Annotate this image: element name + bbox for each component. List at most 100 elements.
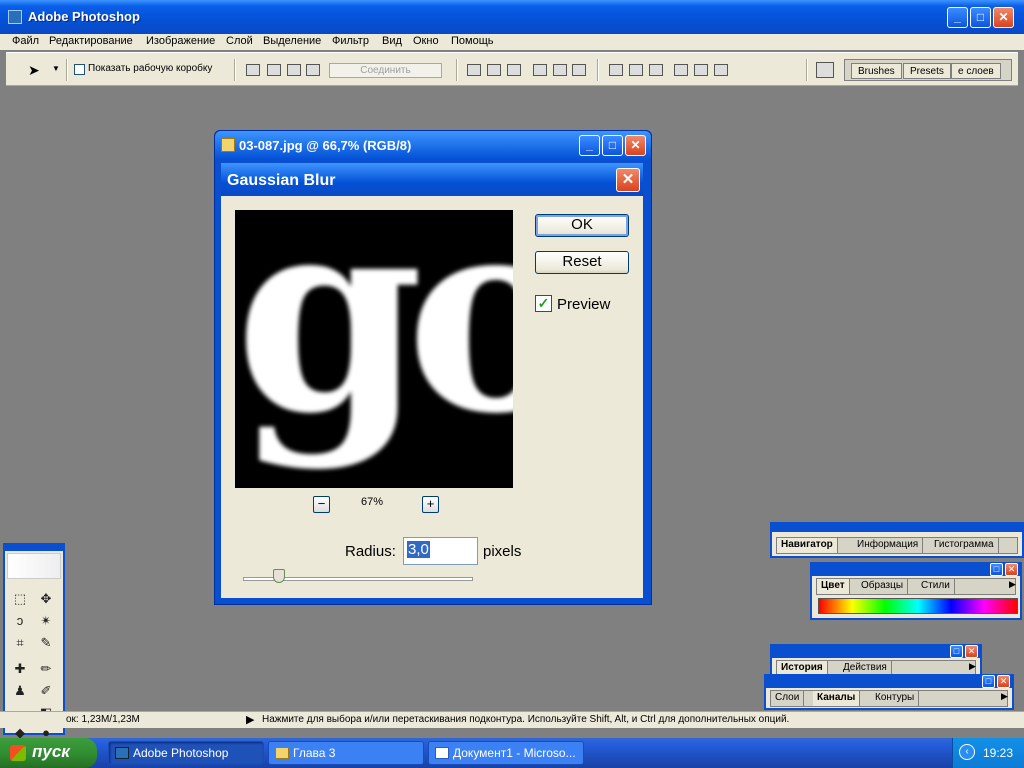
tab-channels[interactable]: Каналы: [813, 691, 861, 706]
status-bar: ок: 1,23M/1,23M ▶ Нажмите для выбора и/и…: [0, 711, 1024, 728]
menu-bar: Файл Редактирование Изображение Слой Выд…: [0, 34, 1024, 50]
tab-navigator[interactable]: Навигатор: [777, 538, 838, 553]
palette-menu-arrow-icon[interactable]: ▶: [1009, 579, 1016, 590]
palette-well: Brushes Presets е слоев: [844, 59, 1012, 81]
align-hcenter-icon[interactable]: [553, 64, 567, 76]
color-palette-minimize-button[interactable]: □: [990, 563, 1003, 576]
path-add-icon[interactable]: [246, 64, 260, 76]
menu-file[interactable]: Файл: [12, 35, 39, 47]
move-tool-icon[interactable]: ✥: [37, 591, 55, 607]
file-browser-icon[interactable]: [816, 62, 834, 78]
align-vcenter-icon[interactable]: [487, 64, 501, 76]
gaussian-blur-dialog: Gaussian Blur ✕ go OK Reset ✓ Preview − …: [218, 160, 646, 601]
layers-palette-minimize-button[interactable]: □: [982, 675, 995, 688]
zoom-in-button[interactable]: +: [422, 496, 439, 513]
distribute-hcenter-icon[interactable]: [694, 64, 708, 76]
tab-layers[interactable]: Слои: [771, 691, 805, 706]
align-bottom-icon[interactable]: [507, 64, 521, 76]
menu-layer[interactable]: Слой: [226, 35, 253, 47]
magic-wand-tool-icon[interactable]: ✴: [37, 613, 55, 629]
menu-image[interactable]: Изображение: [146, 35, 215, 47]
palette-menu-arrow-icon[interactable]: ▶: [969, 661, 976, 672]
lasso-tool-icon[interactable]: ↄ: [11, 613, 29, 629]
color-spectrum[interactable]: [818, 598, 1018, 614]
tab-styles[interactable]: Стили: [917, 579, 955, 594]
start-button[interactable]: пуск: [0, 738, 97, 768]
menu-edit[interactable]: Редактирование: [49, 35, 133, 47]
distribute-top-icon[interactable]: [609, 64, 623, 76]
ok-button[interactable]: OK: [535, 214, 629, 237]
doc-minimize-button[interactable]: _: [579, 135, 600, 156]
combine-button[interactable]: Соединить: [329, 63, 442, 78]
slice-tool-icon[interactable]: ✎: [37, 635, 55, 651]
layers-palette-close-button[interactable]: ✕: [997, 675, 1010, 688]
tab-color[interactable]: Цвет: [817, 579, 850, 594]
system-tray: ‹ 19:23: [952, 738, 1024, 768]
path-exclude-icon[interactable]: [306, 64, 320, 76]
navigator-tabs: Навигатор Информация Гистограмма: [776, 537, 1018, 554]
brush-tool-icon[interactable]: ✏: [37, 661, 55, 677]
document-title: 03-087.jpg @ 66,7% (RGB/8): [239, 138, 412, 153]
toolbox: ⬚ ✥ ↄ ✴ ⌗ ✎ ✚ ✏ ♟ ✐ ▱ ◧ ◆ ●: [3, 543, 65, 740]
doc-maximize-button[interactable]: □: [602, 135, 623, 156]
chevron-down-icon[interactable]: ▼: [52, 64, 60, 73]
align-right-icon[interactable]: [572, 64, 586, 76]
history-palette-minimize-button[interactable]: □: [950, 645, 963, 658]
path-subtract-icon[interactable]: [267, 64, 281, 76]
taskbar: пуск Adobe Photoshop Глава 3 Документ1 -…: [0, 738, 1024, 768]
divider: [597, 59, 599, 81]
tab-brushes[interactable]: Brushes: [851, 63, 902, 79]
status-arrow-icon[interactable]: ▶: [246, 713, 254, 726]
menu-view[interactable]: Вид: [382, 35, 402, 47]
task-photoshop[interactable]: Adobe Photoshop: [108, 741, 264, 765]
menu-select[interactable]: Выделение: [263, 35, 321, 47]
preview-checkbox[interactable]: ✓: [535, 295, 552, 312]
radius-input[interactable]: 3,0: [403, 537, 478, 565]
tab-presets[interactable]: Presets: [903, 63, 951, 79]
history-palette-close-button[interactable]: ✕: [965, 645, 978, 658]
doc-close-button[interactable]: ✕: [625, 135, 646, 156]
task-word[interactable]: Документ1 - Microso...: [428, 741, 584, 765]
distribute-bottom-icon[interactable]: [649, 64, 663, 76]
menu-window[interactable]: Окно: [413, 35, 439, 47]
tab-swatches[interactable]: Образцы: [857, 579, 909, 594]
move-arrow-icon[interactable]: ➤: [28, 62, 40, 79]
align-top-icon[interactable]: [467, 64, 481, 76]
reset-button[interactable]: Reset: [535, 251, 629, 274]
healing-brush-icon[interactable]: ✚: [11, 661, 29, 677]
tab-histogram[interactable]: Гистограмма: [930, 538, 999, 553]
tab-info[interactable]: Информация: [853, 538, 924, 553]
path-intersect-icon[interactable]: [287, 64, 301, 76]
minimize-button[interactable]: _: [947, 7, 968, 28]
tab-paths[interactable]: Контуры: [871, 691, 920, 706]
distribute-left-icon[interactable]: [674, 64, 688, 76]
preview-image[interactable]: go: [235, 210, 513, 488]
crop-tool-icon[interactable]: ⌗: [11, 635, 29, 651]
navigator-palette: Навигатор Информация Гистограмма: [770, 522, 1024, 558]
show-box-checkbox[interactable]: [74, 64, 85, 75]
dialog-close-button[interactable]: ✕: [616, 168, 640, 192]
tray-expand-icon[interactable]: ‹: [959, 744, 975, 760]
clone-stamp-icon[interactable]: ♟: [11, 683, 29, 699]
zoom-out-button[interactable]: −: [313, 496, 330, 513]
maximize-button[interactable]: □: [970, 7, 991, 28]
options-bar: ➤ ▼ Показать рабочую коробку Соединить B…: [6, 52, 1018, 86]
history-palette: □ ✕ История Действия ▶: [770, 644, 982, 678]
feather-logo-icon: [7, 553, 61, 579]
close-button[interactable]: ✕: [993, 7, 1014, 28]
distribute-right-icon[interactable]: [714, 64, 728, 76]
tab-layer-comps[interactable]: е слоев: [951, 63, 1001, 79]
task-folder[interactable]: Глава 3: [268, 741, 424, 765]
distribute-vcenter-icon[interactable]: [629, 64, 643, 76]
history-brush-icon[interactable]: ✐: [37, 683, 55, 699]
photoshop-icon: [8, 10, 22, 24]
radius-slider-handle[interactable]: [273, 569, 285, 583]
task-word-label: Документ1 - Microso...: [453, 746, 576, 760]
start-label: пуск: [32, 742, 70, 761]
menu-help[interactable]: Помощь: [451, 35, 494, 47]
palette-menu-arrow-icon[interactable]: ▶: [1001, 691, 1008, 702]
align-left-icon[interactable]: [533, 64, 547, 76]
menu-filter[interactable]: Фильтр: [332, 35, 369, 47]
color-palette-close-button[interactable]: ✕: [1005, 563, 1018, 576]
marquee-tool-icon[interactable]: ⬚: [11, 591, 29, 607]
